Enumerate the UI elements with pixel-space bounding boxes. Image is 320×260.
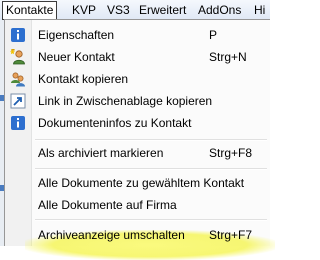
menu-kontakte[interactable]: Kontakte: [2, 1, 58, 20]
menu-erweitert[interactable]: Erweitert: [136, 2, 189, 18]
menu-item-kontakt-kopieren[interactable]: Kontakt kopieren: [5, 69, 271, 89]
menu-item-alle-dokumente-kontakt[interactable]: Alle Dokumente zu gewähltem Kontakt: [5, 173, 271, 193]
menu-item-label: Alle Dokumente zu gewähltem Kontakt: [38, 176, 245, 190]
menu-item-label: Dokumenteninfos zu Kontakt: [38, 116, 192, 130]
info-icon: [10, 115, 26, 131]
menu-item-link-kopieren[interactable]: Link in Zwischenablage kopieren: [5, 91, 271, 111]
info-icon: [10, 27, 26, 43]
menu-item-shortcut: P: [209, 28, 218, 42]
kontakte-dropdown-menu: Eigenschaften P Neuer Kontakt Strg+N Kon…: [4, 19, 275, 260]
menu-item-label: Kontakt kopieren: [38, 72, 129, 86]
menu-item-label: Link in Zwischenablage kopieren: [38, 94, 213, 108]
menu-item-label: Neuer Kontakt: [38, 50, 115, 64]
new-contact-icon: [10, 48, 26, 65]
menu-separator: [35, 219, 267, 221]
menu-item-shortcut: Strg+F8: [209, 146, 253, 160]
menu-item-eigenschaften[interactable]: Eigenschaften P: [5, 25, 271, 45]
menu-item-shortcut: Strg+N: [209, 50, 247, 64]
copy-contact-icon: [10, 71, 26, 87]
menu-bar: Kontakte KVP VS3 Erweitert AddOns Hi: [0, 0, 270, 21]
menu-addons[interactable]: AddOns: [195, 2, 244, 18]
menu-kvp[interactable]: KVP: [69, 2, 99, 18]
menu-item-label: Als archiviert markieren: [38, 146, 164, 160]
menu-help[interactable]: Hi: [251, 2, 268, 18]
menu-item-dokumenteninfos[interactable]: Dokumenteninfos zu Kontakt: [5, 113, 271, 133]
menu-item-shortcut: Strg+F7: [209, 228, 253, 242]
menu-separator: [35, 168, 267, 170]
menu-separator: [35, 139, 267, 141]
menu-item-alle-dokumente-firma[interactable]: Alle Dokumente auf Firma: [5, 195, 271, 215]
menu-item-label: Alle Dokumente auf Firma: [38, 198, 177, 212]
menu-item-label: Eigenschaften: [38, 28, 115, 42]
menu-item-archiveanzeige-umschalten[interactable]: Archiveanzeige umschalten Strg+F7: [5, 225, 271, 245]
link-icon: [10, 93, 26, 109]
menu-item-neuer-kontakt[interactable]: Neuer Kontakt Strg+N: [5, 47, 271, 67]
menu-vs3[interactable]: VS3: [104, 2, 133, 18]
menu-item-label: Archiveanzeige umschalten: [38, 228, 185, 242]
menu-item-als-archiviert-markieren[interactable]: Als archiviert markieren Strg+F8: [5, 143, 271, 163]
